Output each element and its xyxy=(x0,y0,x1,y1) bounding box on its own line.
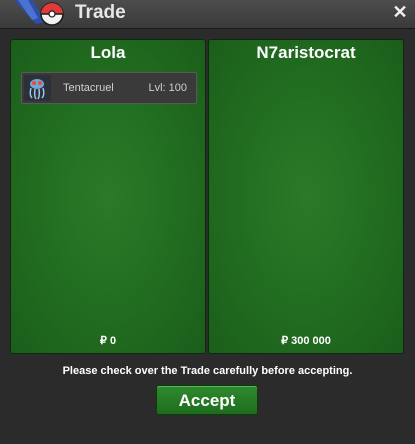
right-money: ₽ 300 000 xyxy=(281,335,331,347)
left-player-name: Lola xyxy=(90,43,126,62)
left-money: ₽ 0 xyxy=(99,335,117,347)
accept-button[interactable]: Accept xyxy=(156,385,258,415)
title-bar[interactable]: Trade ✕ xyxy=(0,0,415,29)
pokemon-sprite-icon xyxy=(24,75,51,101)
trade-window: Trade ✕ Lola Tentacruel Lvl: 100 ₽ 0 N7a… xyxy=(0,0,415,444)
trade-item-slot[interactable]: Tentacruel Lvl: 100 xyxy=(21,72,197,104)
trade-panel-right: N7aristocrat ₽ 300 000 xyxy=(208,39,404,354)
item-name: Tentacruel xyxy=(63,82,114,94)
close-icon[interactable]: ✕ xyxy=(391,3,409,21)
item-level: Lvl: 100 xyxy=(148,82,187,94)
window-title: Trade xyxy=(75,2,126,23)
trade-panel-left: Lola Tentacruel Lvl: 100 ₽ 0 xyxy=(10,39,206,354)
right-player-name: N7aristocrat xyxy=(256,43,356,62)
trade-notice: Please check over the Trade carefully be… xyxy=(62,365,353,377)
game-logo-icon xyxy=(10,0,70,34)
